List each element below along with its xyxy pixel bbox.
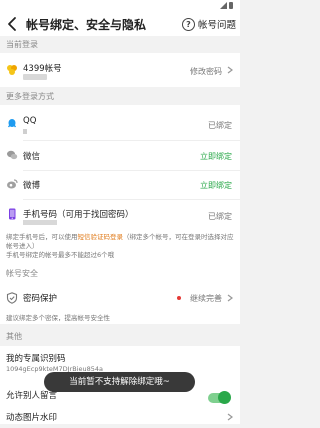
continue-setup-link[interactable]: 继续完善	[190, 293, 222, 304]
watermark-label: 动态图片水印	[6, 413, 58, 423]
allow-comments-toggle[interactable]	[208, 391, 231, 404]
weibo-label: 微博	[23, 181, 41, 191]
section-current-login: 当前登录	[6, 40, 38, 49]
signal-icon	[220, 2, 227, 9]
title-bar: 帐号绑定、安全与隐私 ? 帐号问题	[0, 12, 240, 36]
divider	[23, 199, 240, 200]
4399-logo-icon	[7, 65, 17, 75]
divider	[23, 170, 240, 171]
wechat-label: 微信	[23, 152, 41, 162]
phone-binding-note: 绑定手机号后，可以使用短信验证码登录（绑定多个帐号，可在登录时选择对应帐号进入）…	[0, 231, 240, 261]
chevron-right-icon	[227, 413, 233, 421]
phone-row[interactable]: 手机号码（可用于找回密码） 已绑定	[0, 201, 240, 229]
phone-label: 手机号码（可用于找回密码）	[23, 210, 134, 220]
phone-number-redacted	[23, 220, 57, 225]
battery-icon	[229, 2, 233, 9]
help-button[interactable]: ? 帐号问题	[181, 16, 236, 32]
status-icons	[220, 2, 234, 9]
section-more-login: 更多登录方式	[6, 92, 54, 101]
alert-dot	[177, 296, 181, 300]
chevron-right-icon	[227, 66, 233, 74]
wechat-icon	[7, 150, 18, 160]
phone-status[interactable]: 已绑定	[208, 211, 232, 222]
toggle-knob	[218, 391, 231, 404]
page-title: 帐号绑定、安全与隐私	[26, 18, 147, 32]
current-account-row[interactable]: 4399帐号 修改密码	[0, 53, 240, 87]
section-other: 其他	[6, 332, 22, 341]
sms-login-link[interactable]: 短信验证码登录	[78, 233, 124, 241]
divider	[23, 140, 240, 141]
toast-message: 当前暂不支持解除绑定哦~	[44, 372, 195, 392]
chevron-right-icon	[227, 294, 233, 302]
wechat-row[interactable]: 微信 立即绑定	[0, 143, 240, 168]
help-label: 帐号问题	[197, 20, 236, 31]
password-protect-label: 密码保护	[23, 294, 58, 304]
phone-icon	[9, 208, 16, 220]
shield-icon	[6, 292, 18, 304]
weibo-bind-button[interactable]: 立即绑定	[200, 180, 232, 191]
section-account-security: 帐号安全	[6, 269, 38, 278]
qq-icon	[7, 119, 17, 128]
id-code-label: 我的专属识别码	[6, 354, 66, 364]
qq-label: QQ	[23, 116, 37, 126]
note-text: 手机号绑定的帐号最多不能超过6个哦	[6, 251, 115, 259]
change-password-link[interactable]: 修改密码	[190, 66, 222, 77]
account-id-redacted	[23, 74, 47, 80]
qq-status[interactable]: 已绑定	[208, 120, 232, 131]
weibo-icon	[7, 179, 18, 189]
note-text: 绑定手机号后，可以使用	[6, 233, 78, 241]
status-bar	[0, 0, 240, 12]
qq-id-redacted	[23, 129, 27, 134]
password-protect-row[interactable]: 密码保护 继续完善	[0, 284, 240, 312]
wechat-bind-button[interactable]: 立即绑定	[200, 151, 232, 162]
account-name: 4399帐号	[23, 64, 62, 74]
qq-row[interactable]: QQ 已绑定	[0, 108, 240, 140]
watermark-row[interactable]: 动态图片水印	[0, 408, 240, 426]
weibo-row[interactable]: 微博 立即绑定	[0, 172, 240, 197]
security-note: 建议绑定多个密保，提高帐号安全性	[0, 312, 240, 324]
help-icon: ?	[181, 17, 195, 31]
back-icon[interactable]	[4, 15, 22, 33]
